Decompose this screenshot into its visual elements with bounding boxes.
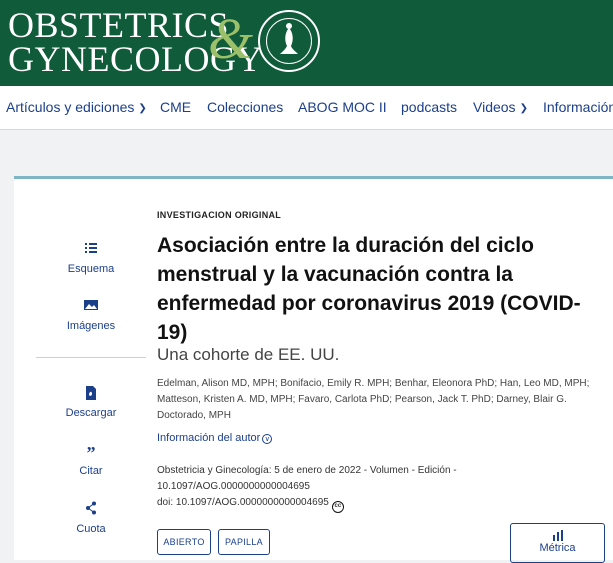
rail-label: Citar bbox=[79, 465, 103, 477]
journal-logo[interactable]: OBSTETRICS GYNECOLOGY & bbox=[8, 6, 263, 77]
citation-doi[interactable]: doi: 10.1097/AOG.0000000000004695 bbox=[157, 497, 329, 508]
nav-item-cme[interactable]: CME bbox=[160, 99, 191, 115]
citation-id: 10.1097/AOG.0000000000004695 bbox=[157, 481, 310, 492]
rail-label: Imágenes bbox=[66, 320, 116, 332]
author-info-label: Información del autor bbox=[157, 432, 261, 444]
nav-item-abog[interactable]: ABOG MOC II bbox=[298, 99, 387, 115]
rail-images[interactable]: Imágenes bbox=[36, 298, 146, 332]
article-card: Esquema Imágenes Descargar ” Citar Cuota bbox=[14, 176, 613, 563]
rail-label: Esquema bbox=[67, 263, 115, 275]
nav-label: Videos bbox=[473, 99, 516, 115]
nav-item-collections[interactable]: Colecciones bbox=[207, 99, 283, 115]
college-seal-icon bbox=[258, 10, 320, 72]
article-type-label: INVESTIGACION ORIGINAL bbox=[157, 210, 282, 220]
chevron-down-icon: ❯ bbox=[519, 103, 528, 114]
rail-cite[interactable]: ” Citar bbox=[36, 443, 146, 477]
bar-chart-icon bbox=[511, 530, 604, 542]
rail-label: Descargar bbox=[65, 407, 117, 419]
open-access-badge[interactable]: ABIERTO bbox=[157, 529, 211, 555]
logo-ampersand: & bbox=[208, 6, 254, 71]
nav-label: Artículos y ediciones bbox=[6, 99, 135, 115]
article-subtitle: Una cohorte de EE. UU. bbox=[157, 345, 340, 364]
citation-block: Obstetricia y Ginecología: 5 de enero de… bbox=[157, 463, 487, 513]
masthead: OBSTETRICS GYNECOLOGY & bbox=[0, 0, 613, 86]
rail-download[interactable]: Descargar bbox=[36, 385, 146, 419]
rail-divider bbox=[36, 357, 146, 358]
quote-icon: ” bbox=[86, 443, 96, 463]
paper-badge[interactable]: PAPILLA bbox=[218, 529, 270, 555]
main-nav: Artículos y ediciones ❯ CME Colecciones A… bbox=[0, 86, 613, 130]
author-list[interactable]: Edelman, Alison MD, MPH; Bonifacio, Emil… bbox=[157, 376, 597, 424]
chevron-down-icon: ❯ bbox=[138, 103, 147, 114]
rail-label: Cuota bbox=[76, 523, 106, 535]
image-icon bbox=[36, 298, 146, 314]
nav-item-podcasts[interactable]: podcasts bbox=[401, 99, 457, 115]
article-title: Asociación entre la duración del ciclo m… bbox=[157, 234, 581, 344]
nav-item-articles[interactable]: Artículos y ediciones ❯ bbox=[6, 99, 147, 115]
share-icon bbox=[36, 501, 146, 517]
chevron-down-circle-icon: ∨ bbox=[262, 434, 273, 444]
metrics-label: Métrica bbox=[539, 542, 576, 554]
nav-item-info[interactable]: Información bbox=[543, 99, 613, 115]
list-icon bbox=[36, 241, 146, 257]
citation-journal: Obstetricia y Ginecología: 5 de enero de… bbox=[157, 465, 457, 476]
rail-share[interactable]: Cuota bbox=[36, 501, 146, 535]
nav-item-videos[interactable]: Videos ❯ bbox=[473, 99, 528, 115]
author-info-toggle[interactable]: Información del autor ∨ bbox=[157, 432, 273, 444]
pdf-icon bbox=[36, 385, 146, 401]
citation-doi-row: doi: 10.1097/AOG.0000000000004695 cc bbox=[157, 495, 487, 513]
rail-outline[interactable]: Esquema bbox=[36, 241, 146, 275]
creative-commons-icon: cc bbox=[331, 501, 344, 513]
metrics-button[interactable]: Métrica bbox=[510, 523, 605, 563]
